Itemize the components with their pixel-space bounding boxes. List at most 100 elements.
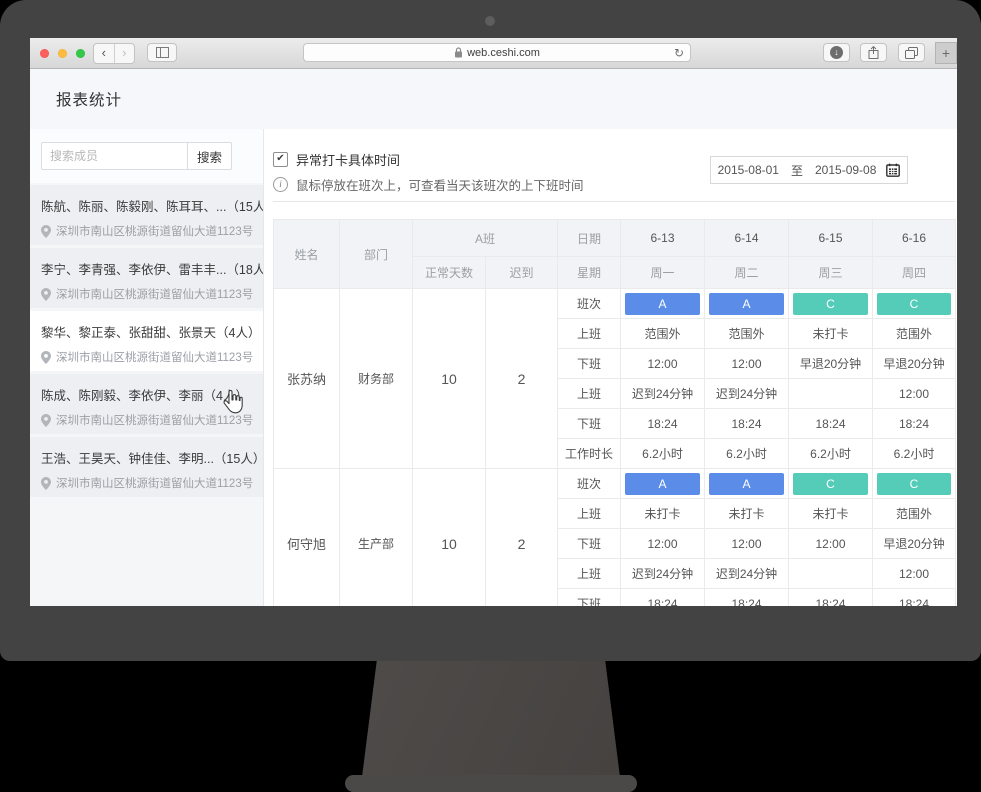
attendance-cell: 12:00	[620, 348, 706, 379]
new-tab-button[interactable]: +	[935, 42, 957, 64]
attendance-cell: 12:00	[788, 528, 874, 559]
shift-cell: C	[788, 288, 874, 319]
shift-badge[interactable]: C	[793, 472, 869, 495]
table-row: 何守旭 生产部 10 2 班次 A A C C	[273, 468, 957, 606]
header-weekday: 周二	[704, 256, 790, 289]
attendance-cell: 18:24	[704, 408, 790, 439]
member-list: 陈航、陈丽、陈毅刚、陈耳耳、...（15人） 深圳市南山区桃源街道留仙大道1123…	[30, 185, 263, 497]
header-date: 6-13	[620, 219, 706, 257]
attendance-cell: 未打卡	[704, 498, 790, 529]
url-text: web.ceshi.com	[467, 46, 540, 59]
close-window-button[interactable]	[40, 49, 49, 58]
search-bar: 搜索	[30, 129, 263, 183]
member-group-item[interactable]: 王浩、王昊天、钟佳佳、李明...（15人） 深圳市南山区桃源街道留仙大道1123号	[30, 437, 263, 497]
date-separator: 至	[790, 163, 803, 178]
attendance-cell: 18:24	[872, 408, 957, 439]
address-bar[interactable]: web.ceshi.com ↻	[303, 43, 691, 62]
attendance-cell: 12:00	[704, 348, 790, 379]
attendance-cell: 未打卡	[788, 318, 874, 349]
header-late: 迟到	[484, 256, 559, 289]
member-address: 深圳市南山区桃源街道留仙大道1123号	[41, 286, 257, 302]
attendance-cell: 早退20分钟	[872, 348, 957, 379]
shift-badge[interactable]: A	[625, 292, 701, 315]
header-date-label: 日期	[557, 219, 622, 257]
share-icon	[868, 46, 879, 59]
employee-name: 何守旭	[273, 468, 340, 606]
browser-window: ‹ › web.ceshi.com ↻ ↓ + 报表统计 搜索成员 搜索 陈航、…	[30, 38, 957, 606]
shift-cell: A	[704, 288, 790, 319]
browser-toolbar: ‹ › web.ceshi.com ↻ ↓ +	[30, 38, 957, 69]
tab-overview-button[interactable]	[898, 43, 925, 62]
downloads-button[interactable]: ↓	[823, 43, 850, 62]
attendance-cell: 范围外	[872, 498, 957, 529]
member-group-item[interactable]: 陈航、陈丽、陈毅刚、陈耳耳、...（15人） 深圳市南山区桃源街道留仙大道1123…	[30, 185, 263, 245]
attendance-cell: 12:00	[872, 558, 957, 589]
refresh-icon[interactable]: ↻	[674, 47, 684, 59]
row-label: 班次	[557, 468, 622, 499]
location-pin-icon	[41, 224, 56, 238]
search-input[interactable]	[41, 142, 188, 170]
shift-cell: A	[620, 468, 706, 499]
share-button[interactable]	[860, 43, 887, 62]
monitor-stand-neck	[362, 655, 620, 777]
header-weekday: 周三	[788, 256, 874, 289]
header-date: 6-14	[704, 219, 790, 257]
member-names: 陈成、陈刚毅、李依伊、李丽（4人）	[41, 389, 248, 403]
location-pin-icon	[41, 287, 56, 301]
shift-badge[interactable]: C	[877, 292, 952, 315]
member-names: 陈航、陈丽、陈毅刚、陈耳耳、...（15人）	[41, 200, 263, 214]
shift-badge[interactable]: A	[709, 292, 785, 315]
attendance-cell: 早退20分钟	[788, 348, 874, 379]
attendance-cell: 未打卡	[620, 498, 706, 529]
row-label: 工作时长	[557, 438, 622, 469]
header-shift-group: A班	[411, 219, 559, 257]
member-group-item[interactable]: 黎华、黎正泰、张甜甜、张景天（4人） 深圳市南山区桃源街道留仙大道1123号	[30, 311, 263, 371]
table-head: 姓名 部门 A班 日期 6-13 6-14 6-15 6-16 正常天数 迟到 星期 周一 周二 周三 周四	[273, 219, 957, 289]
member-address: 深圳市南山区桃源街道留仙大道1123号	[41, 349, 257, 365]
abnormal-time-checkbox[interactable]: ✔	[273, 152, 288, 167]
attendance-cell: 12:00	[620, 528, 706, 559]
header-name: 姓名	[273, 219, 340, 289]
header-weekday: 周一	[620, 256, 706, 289]
member-names: 王浩、王昊天、钟佳佳、李明...（15人）	[41, 452, 263, 466]
location-pin-icon	[41, 413, 56, 427]
back-button[interactable]: ‹	[94, 44, 114, 63]
attendance-cell: 6.2小时	[620, 438, 706, 469]
date-range-picker[interactable]: 2015-08-01 至 2015-09-08	[710, 156, 908, 184]
zoom-window-button[interactable]	[76, 49, 85, 58]
member-group-item[interactable]: 李宁、李青强、李依伊、雷丰丰...（18人） 深圳市南山区桃源街道留仙大道1123…	[30, 248, 263, 308]
monitor-scene: ‹ › web.ceshi.com ↻ ↓ + 报表统计 搜索成员 搜索 陈航、…	[0, 0, 981, 792]
attendance-cell: 18:24	[788, 588, 874, 606]
header-date: 6-16	[872, 219, 957, 257]
shift-badge[interactable]: A	[709, 472, 785, 495]
attendance-cell: 早退20分钟	[872, 528, 957, 559]
attendance-cell: 18:24	[704, 588, 790, 606]
webcam-dot	[485, 16, 495, 26]
employee-dept: 生产部	[339, 468, 413, 606]
sidebar-toggle-button[interactable]	[147, 43, 177, 62]
shift-badge[interactable]: A	[625, 472, 701, 495]
row-label: 班次	[557, 288, 622, 319]
forward-button[interactable]: ›	[113, 44, 135, 63]
member-group-item[interactable]: 陈成、陈刚毅、李依伊、李丽（4人） 深圳市南山区桃源街道留仙大道1123号	[30, 374, 263, 434]
info-icon: i	[273, 177, 288, 192]
shift-badge[interactable]: C	[793, 292, 869, 315]
search-button[interactable]: 搜索	[187, 142, 232, 170]
employee-name: 张苏纳	[273, 288, 340, 469]
page-header: 报表统计	[30, 69, 957, 129]
member-sidebar: 搜索 陈航、陈丽、陈毅刚、陈耳耳、...（15人） 深圳市南山区桃源街道留仙大道1…	[30, 129, 264, 606]
row-label: 下班	[557, 588, 622, 606]
attendance-table: 姓名 部门 A班 日期 6-13 6-14 6-15 6-16 正常天数 迟到 星期 周一 周二 周三 周四…	[273, 219, 957, 606]
calendar-icon[interactable]	[886, 163, 901, 177]
attendance-cell: 迟到24分钟	[620, 558, 706, 589]
minimize-window-button[interactable]	[58, 49, 67, 58]
download-icon: ↓	[830, 46, 843, 59]
location-pin-icon	[41, 350, 56, 364]
table-row: 张苏纳 财务部 10 2 班次 A A C C	[273, 288, 957, 469]
attendance-cell	[788, 378, 874, 409]
shift-badge[interactable]: C	[877, 472, 952, 495]
attendance-cell: 迟到24分钟	[704, 378, 790, 409]
normal-days-count: 10	[412, 288, 486, 469]
header-date: 6-15	[788, 219, 874, 257]
info-text: 鼠标停放在班次上，可查看当天该班次的上下班时间	[296, 179, 584, 193]
